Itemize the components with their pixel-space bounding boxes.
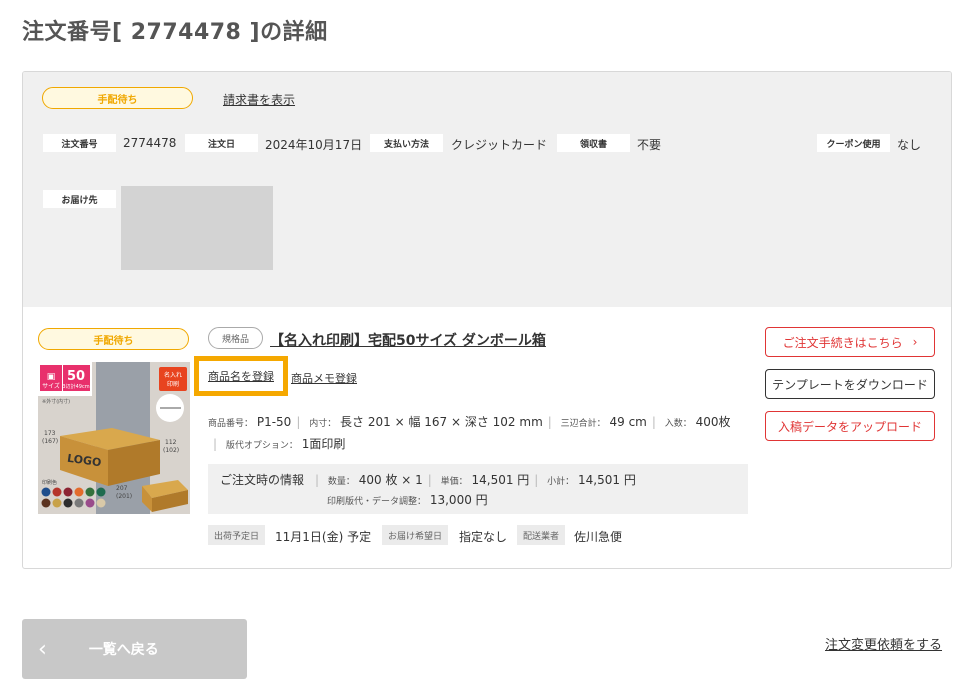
inner-size-value: 長さ 201 × 幅 167 × 深さ 102 mm [340,415,543,429]
color-swatch [41,498,51,508]
product-title-link[interactable]: 【名入れ印刷】宅配50サイズ ダンボール箱 [270,330,546,350]
color-swatch [63,498,73,508]
item-type-badge: 規格品 [208,327,263,349]
payment-value: クレジットカード [451,138,548,152]
order-change-request-link[interactable]: 注文変更依頼をする [825,634,942,653]
template-download-button[interactable]: テンプレートをダウンロード [765,369,935,399]
payment-label: 支払い方法 [370,134,443,152]
ship-date-label: 出荷予定日 [208,525,266,545]
back-to-list-button[interactable]: ‹ 一覧へ戻る [22,619,247,679]
order-detail-panel: 手配待ち 請求書を表示 注文番号 2774478 注文日 2024年10月17日… [22,71,952,569]
size-number-text: 50 [67,369,85,384]
plate-option-value: 1面印刷 [301,437,346,451]
color-swatch [96,487,106,497]
sum-label: 三辺合計： [560,419,606,429]
named-badge-text-2: 印刷 [167,380,179,388]
back-to-list-label: 一覧へ戻る [88,642,159,658]
product-illustration: ▣ サイズ 50 3辺計49cm ※外寸(内寸) 名入れ 印刷 LOGO 173… [38,362,190,514]
plate-fee-value: 13,000 円 [429,493,488,507]
receipt-value: 不要 [637,138,662,152]
plate-option-label: 版代オプション： [225,441,298,451]
chevron-right-icon: › [912,335,918,349]
ship-to-label: お届け先 [43,190,116,208]
dim-bottom-text: 207 [116,485,128,492]
order-date-value: 2024年10月17日 [265,138,363,152]
chevron-left-icon: ‹ [38,636,47,662]
color-swatch [52,487,62,497]
page-title: 注文番号[ 2774478 ]の詳細 [22,20,328,45]
upload-data-button[interactable]: 入稿データをアップロード [765,411,935,441]
coupon-value: なし [897,138,922,152]
color-swatch [85,498,95,508]
dim-right-sub-text: (102) [163,447,179,454]
subtotal-label: 小計： [547,477,575,487]
delivery-date-value: 指定なし [459,530,508,544]
unit-price-label: 単価： [440,477,468,487]
inner-size-label: 内寸： [309,419,337,429]
color-label-text: 印刷色 [42,479,57,486]
sum-value: 49 cm [609,415,647,429]
coupon-label: クーポン使用 [817,134,890,152]
order-qty-label: 数量： [327,477,355,487]
address-image [121,186,273,270]
invoice-link[interactable]: 請求書を表示 [223,91,295,108]
order-time-info: ご注文時の情報 | 数量： 400 枚 × 1 | 単価： 14,501 円 | 小… [208,464,748,514]
order-no-value: 2774478 [123,136,177,150]
ship-date-value: 11月1日(金) 予定 [275,530,372,544]
order-info-line1: | 数量： 400 枚 × 1 | 単価： 14,501 円 | 小計： 14,50… [315,473,636,487]
carrier-value: 佐川急便 [574,530,623,544]
size-word-text: サイズ [42,382,60,390]
product-specs-line2: | 版代オプション： 1面印刷 [213,437,346,451]
color-swatch [74,487,84,497]
order-procedure-button[interactable]: ご注文手続きはこちら › [765,327,935,357]
code-label: 商品番号： [208,419,254,429]
color-swatch [74,498,84,508]
order-qty-value: 400 枚 × 1 [358,473,423,487]
dim-left-sub-text: (167) [42,438,58,445]
unit-price-value: 14,501 円 [471,473,530,487]
color-swatch [52,498,62,508]
register-memo-link[interactable]: 商品メモ登録 [291,370,357,386]
named-badge-text-1: 名入れ [164,371,182,379]
size-sum-text: 3辺計49cm [62,383,89,390]
color-swatch [41,487,51,497]
size-note-text: ※外寸(内寸) [42,398,70,405]
svg-text:▣: ▣ [47,372,56,382]
color-swatch [85,487,95,497]
plate-fee-label: 印刷版代・データ調整： [327,497,427,507]
qty-per-label: 入数： [664,419,692,429]
order-procedure-label: ご注文手続きはこちら [782,335,903,350]
status-badge: 手配待ち [42,87,193,109]
code-value: P1-50 [256,415,292,429]
product-image: ▣ サイズ 50 3辺計49cm ※外寸(内寸) 名入れ 印刷 LOGO 173… [38,362,190,514]
order-info-heading: ご注文時の情報 [220,473,305,487]
subtotal-value: 14,501 円 [578,473,636,487]
receipt-label: 領収書 [557,134,630,152]
color-swatch [96,498,106,508]
qty-per-value: 400枚 [695,415,731,429]
register-product-name-link[interactable]: 商品名を登録 [194,356,288,396]
color-swatch [63,487,73,497]
dim-right-text: 112 [165,439,177,446]
carrier-label: 配送業者 [517,525,566,545]
dim-left-text: 173 [44,430,56,437]
delivery-date-label: お届け希望日 [382,525,449,545]
dim-bottom-sub-text: (201) [116,493,132,500]
order-info-line2: 印刷版代・データ調整： 13,000 円 [327,491,488,508]
order-summary: 手配待ち 請求書を表示 注文番号 2774478 注文日 2024年10月17日… [23,72,951,307]
order-no-label: 注文番号 [43,134,116,152]
order-date-label: 注文日 [185,134,258,152]
item-status-badge: 手配待ち [38,328,189,350]
product-specs-line1: 商品番号： P1-50 | 内寸： 長さ 201 × 幅 167 × 深さ 102… [208,415,731,429]
